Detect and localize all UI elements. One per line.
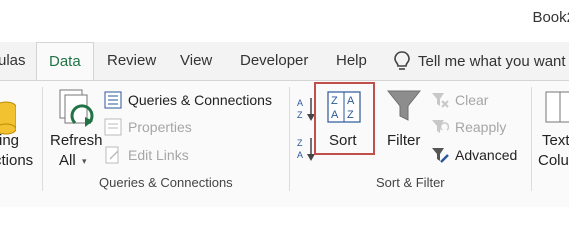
text-to-columns-icon <box>545 91 569 123</box>
queries-group-label: Queries & Connections <box>99 175 233 190</box>
tab-data[interactable]: Data <box>36 42 94 81</box>
refresh-all-icon <box>59 89 94 127</box>
title-bar: Book2 <box>0 0 569 42</box>
text-to-columns-label-line1[interactable]: Text <box>542 132 569 149</box>
get-data-label-line1[interactable]: ing <box>0 132 19 149</box>
filter-label[interactable]: Filter <box>387 132 420 149</box>
advanced-label: Advanced <box>455 147 518 163</box>
ribbon-tabs: ulas Data Review View Developer Help Tel… <box>0 42 569 81</box>
group-separator <box>42 87 43 191</box>
svg-text:A: A <box>297 150 303 160</box>
tell-me-label: Tell me what you want <box>418 52 566 70</box>
sort-filter-group-label: Sort & Filter <box>376 175 445 190</box>
reapply-icon <box>432 120 449 133</box>
reapply-button[interactable]: Reapply <box>431 115 506 139</box>
text-to-columns-label-line2[interactable]: Colu <box>538 152 569 169</box>
refresh-all-label-line1[interactable]: Refresh <box>50 132 103 149</box>
sort-highlight-box <box>314 82 375 155</box>
tab-help[interactable]: Help <box>336 52 367 69</box>
tab-view[interactable]: View <box>180 52 212 69</box>
properties-label: Properties <box>128 119 192 135</box>
clear-label: Clear <box>455 92 489 108</box>
edit-links-button[interactable]: Edit Links <box>104 143 189 167</box>
get-data-label-line2[interactable]: ctions <box>0 152 33 169</box>
ribbon-body: ing ctions Refresh All ▾ Queries & Conne… <box>0 80 569 207</box>
clear-filter-icon <box>432 93 449 108</box>
chevron-down-icon[interactable]: ▾ <box>82 156 87 167</box>
tab-review[interactable]: Review <box>107 52 156 69</box>
svg-text:Z: Z <box>297 138 303 148</box>
queries-connections-button[interactable]: Queries & Connections <box>104 88 272 112</box>
reapply-label: Reapply <box>455 119 507 135</box>
database-icon <box>0 101 16 135</box>
tab-formulas[interactable]: ulas <box>0 52 26 69</box>
properties-icon <box>104 118 122 136</box>
tell-me-box[interactable]: Tell me what you want <box>392 50 566 72</box>
clear-button[interactable]: Clear <box>431 88 488 112</box>
queries-connections-label: Queries & Connections <box>128 92 272 108</box>
refresh-all-label-line2[interactable]: All <box>59 152 76 169</box>
edit-links-label: Edit Links <box>128 147 189 163</box>
tab-developer[interactable]: Developer <box>240 52 308 69</box>
group-separator <box>289 87 290 191</box>
svg-text:Z: Z <box>297 110 303 120</box>
edit-links-icon <box>105 146 119 164</box>
window-title: Book2 <box>532 9 569 26</box>
lightbulb-icon <box>394 51 410 70</box>
group-separator <box>531 87 532 191</box>
advanced-filter-icon <box>432 148 449 163</box>
filter-icon <box>387 90 421 121</box>
properties-button[interactable]: Properties <box>104 115 192 139</box>
queries-icon <box>104 91 122 109</box>
advanced-button[interactable]: Advanced <box>431 143 517 167</box>
svg-text:A: A <box>297 98 303 108</box>
